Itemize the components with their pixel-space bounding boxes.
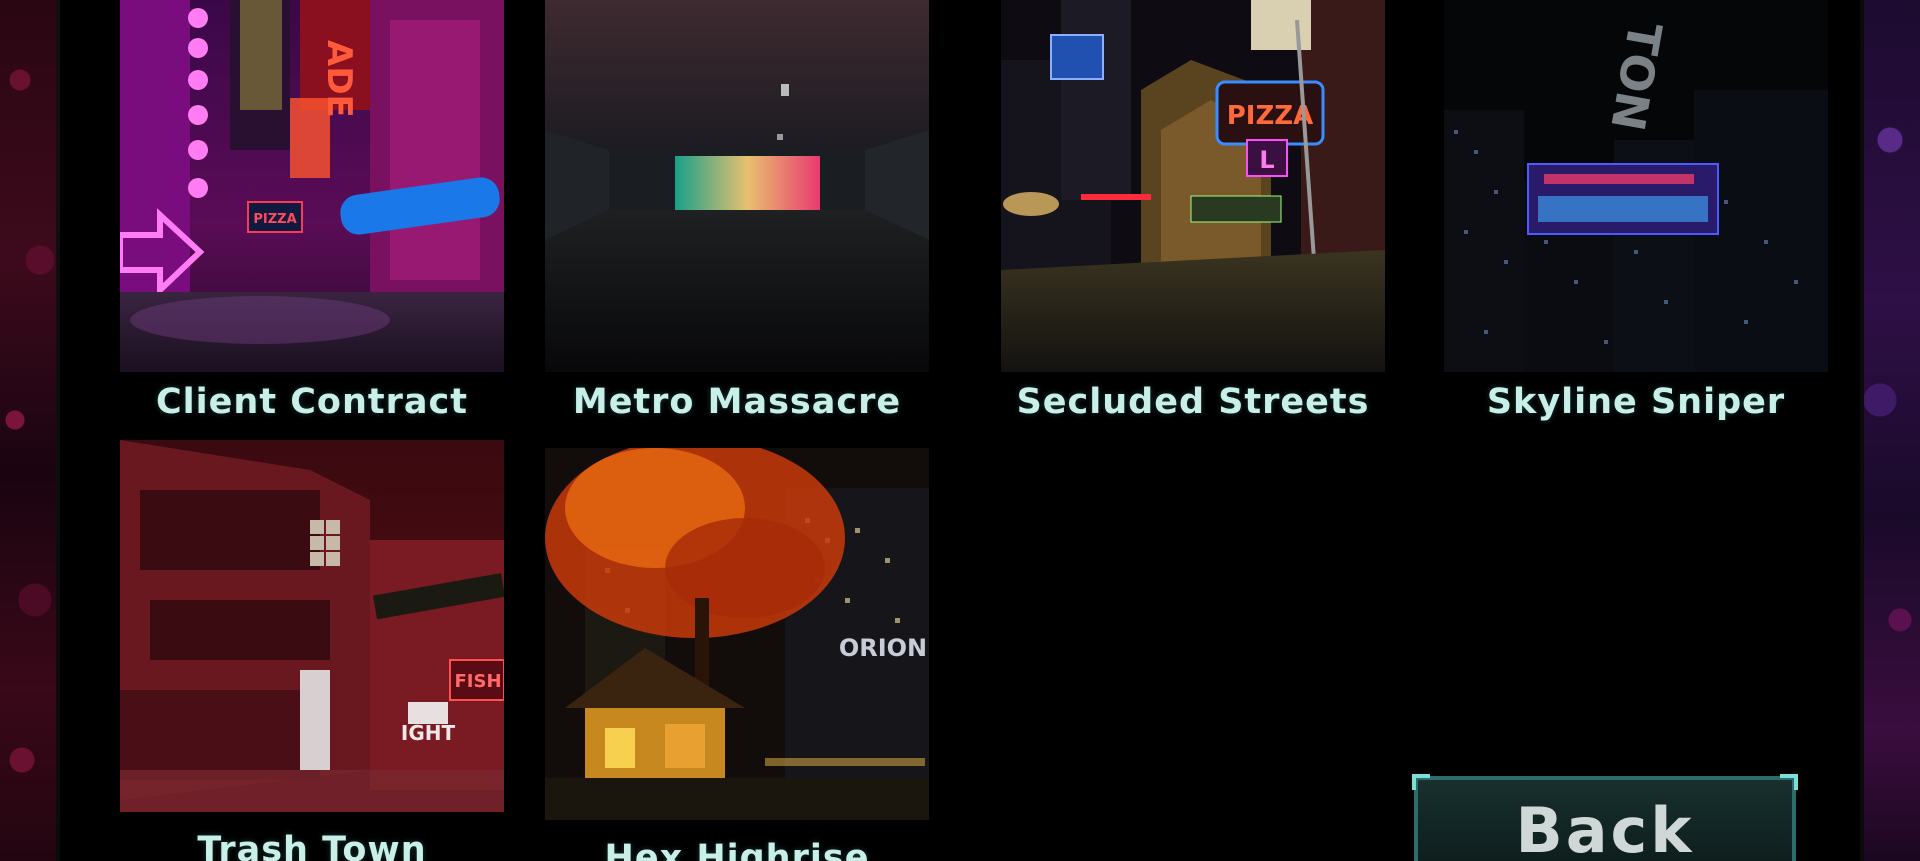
- right-decorative-border: [1860, 0, 1920, 861]
- sign-fish: FISH: [454, 671, 501, 692]
- back-button-label: Back: [1515, 794, 1695, 861]
- map-name-label: Secluded Streets: [1016, 382, 1370, 422]
- map-name-label: Metro Massacre: [572, 382, 902, 422]
- map-tile-hex-highrise[interactable]: ORION Hex Highrise: [545, 448, 929, 861]
- sign-letter-l: L: [1259, 146, 1274, 174]
- map-thumbnail-trash-town: FISH IGHT: [120, 440, 504, 812]
- map-thumbnail-secluded-streets: PIZZA L: [1001, 0, 1385, 372]
- map-tile-secluded-streets[interactable]: PIZZA L Secluded Streets: [1001, 0, 1385, 430]
- sign-pizza-secluded-streets: PIZZA: [1227, 101, 1314, 131]
- map-thumbnail-client-contract: PIZZA ADE: [120, 0, 504, 372]
- left-decorative-border: [0, 0, 60, 861]
- map-select-screen: PIZZA ADE Client Contract Metro Massacre…: [0, 0, 1920, 861]
- map-thumbnail-skyline-sniper: TON: [1444, 0, 1828, 372]
- map-name-label: Hex Highrise: [604, 838, 870, 861]
- sign-light: IGHT: [401, 721, 456, 745]
- map-thumbnail-hex-highrise: ORION: [545, 448, 929, 820]
- sign-arcade: ADE: [319, 40, 359, 118]
- map-tile-trash-town[interactable]: FISH IGHT Trash Town: [120, 440, 504, 861]
- back-button[interactable]: Back: [1412, 774, 1798, 861]
- sign-orion: ORION: [839, 634, 927, 662]
- map-thumbnail-metro-massacre: [545, 0, 929, 372]
- map-name-label: Trash Town: [197, 830, 427, 861]
- map-tile-metro-massacre[interactable]: Metro Massacre: [545, 0, 929, 430]
- map-tile-client-contract[interactable]: PIZZA ADE Client Contract: [120, 0, 504, 430]
- map-tile-skyline-sniper[interactable]: TON Skyline Sniper: [1444, 0, 1828, 430]
- map-name-label: Skyline Sniper: [1486, 382, 1786, 422]
- sign-pizza-client-contract: PIZZA: [253, 212, 296, 227]
- map-name-label: Client Contract: [156, 382, 468, 422]
